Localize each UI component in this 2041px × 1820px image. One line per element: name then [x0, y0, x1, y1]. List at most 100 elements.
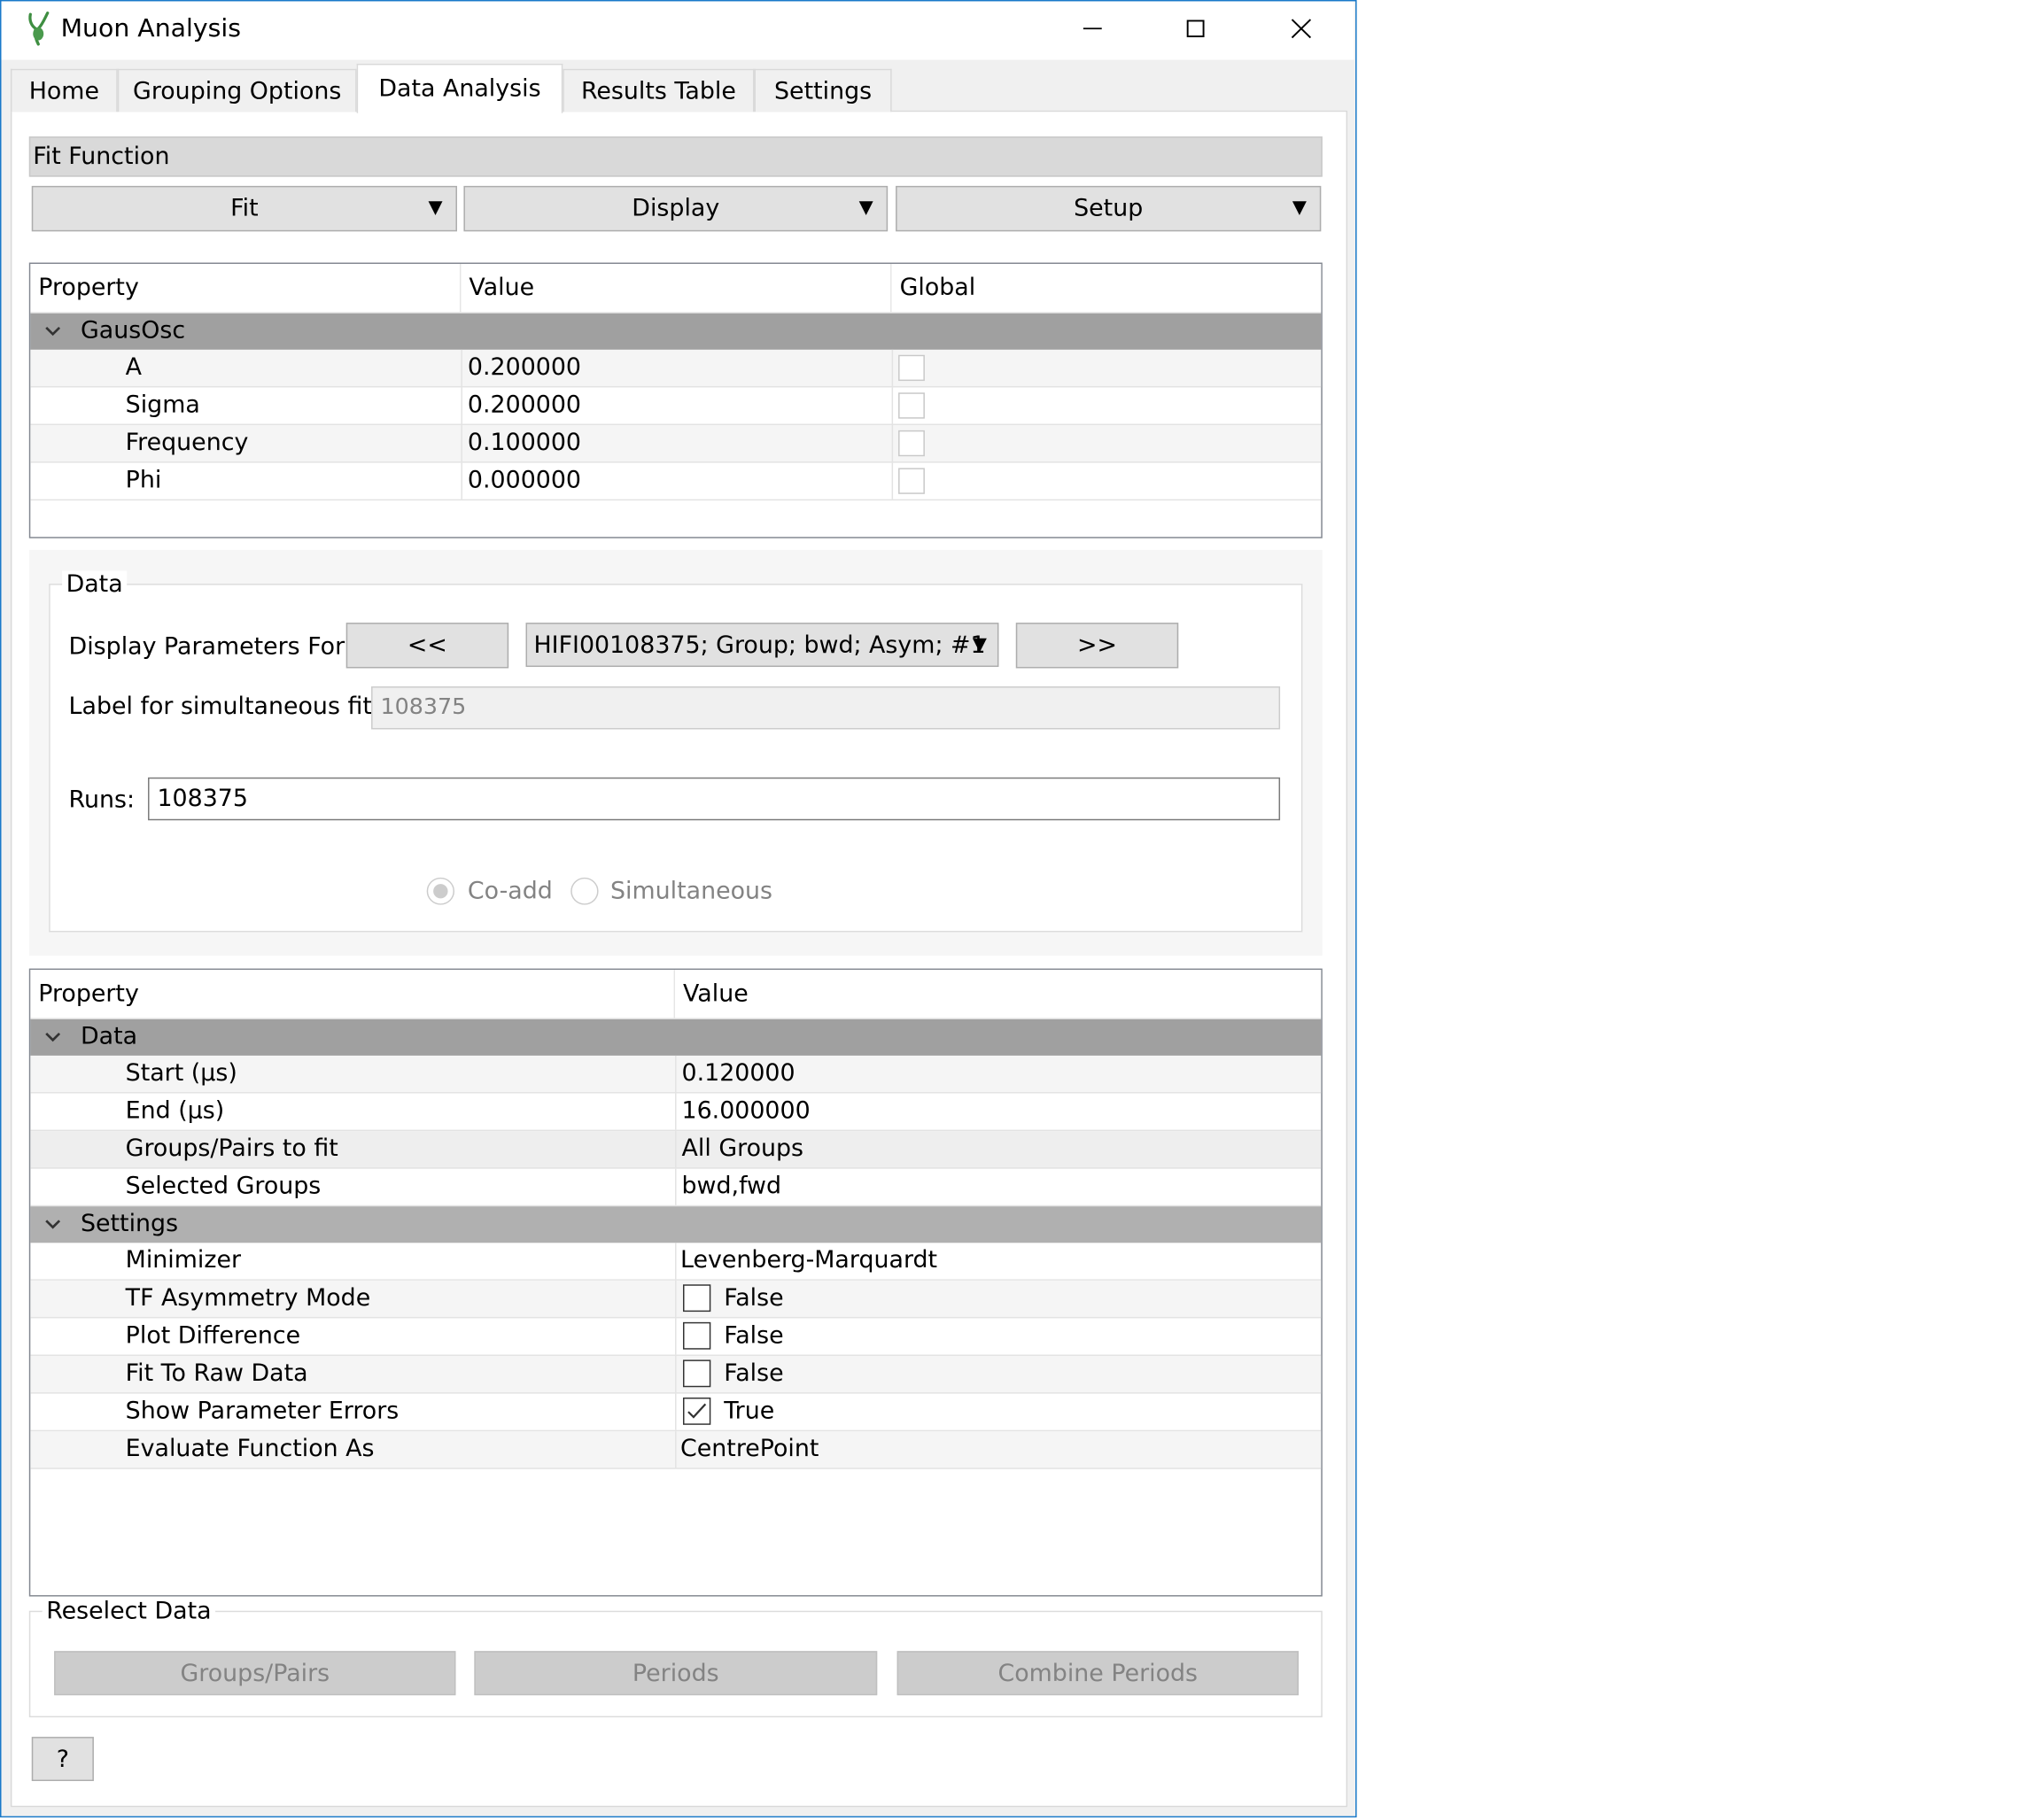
- column-divider: [461, 462, 462, 500]
- show-errors-checkbox[interactable]: [683, 1397, 711, 1425]
- fit-menu-button[interactable]: Fit ▼: [31, 185, 457, 232]
- group-row-settings[interactable]: Settings: [30, 1206, 1322, 1243]
- reselect-data-title: Reselect Data: [42, 1598, 216, 1627]
- next-dataset-button[interactable]: >>: [1015, 623, 1179, 669]
- option-value: True: [724, 1397, 775, 1425]
- dataset-select-value: HIFI00108375; Group; bwd; Asym; #1: [533, 631, 986, 660]
- checkmark-icon: [687, 1403, 707, 1419]
- runs-input[interactable]: 108375: [148, 777, 1281, 821]
- dropdown-arrow-icon: ▼: [428, 197, 443, 219]
- option-row-groups-pairs[interactable]: Groups/Pairs to fit All Groups: [30, 1131, 1322, 1169]
- setup-menu-label: Setup: [1074, 195, 1144, 223]
- option-value[interactable]: All Groups: [682, 1131, 804, 1167]
- minimize-button[interactable]: [1041, 0, 1144, 58]
- runs-label: Runs:: [68, 786, 136, 814]
- periods-button[interactable]: Periods: [474, 1651, 878, 1696]
- mantid-app-icon: [24, 11, 53, 47]
- header-property[interactable]: Property: [30, 970, 676, 1018]
- column-divider: [675, 1431, 677, 1468]
- plot-difference-checkbox[interactable]: [683, 1321, 711, 1350]
- maximize-button[interactable]: [1144, 0, 1246, 58]
- minimize-icon: [1083, 27, 1102, 30]
- global-checkbox[interactable]: [898, 468, 925, 494]
- fit-function-header: Fit Function: [28, 136, 1323, 177]
- simultaneous-radio[interactable]: [570, 877, 599, 905]
- group-label: Data: [80, 1023, 138, 1051]
- param-name: A: [125, 353, 143, 382]
- setup-menu-button[interactable]: Setup ▼: [896, 185, 1322, 232]
- option-value[interactable]: CentrePoint: [680, 1431, 819, 1468]
- maximize-icon: [1186, 19, 1205, 38]
- column-divider: [891, 349, 894, 386]
- groups-pairs-button[interactable]: Groups/Pairs: [54, 1651, 456, 1696]
- fit-raw-data-checkbox[interactable]: [683, 1359, 711, 1388]
- option-row-fit-raw-data[interactable]: Fit To Raw Data False: [30, 1356, 1322, 1394]
- option-row-minimizer[interactable]: Minimizer Levenberg-Marquardt: [30, 1243, 1322, 1281]
- data-groupbox-title: Data: [62, 570, 128, 600]
- column-divider: [461, 349, 462, 386]
- column-divider: [891, 462, 894, 500]
- group-row-data[interactable]: Data: [30, 1018, 1322, 1056]
- param-row-phi[interactable]: Phi 0.000000: [30, 462, 1322, 501]
- global-checkbox[interactable]: [898, 392, 925, 419]
- dropdown-arrow-icon: ▼: [972, 634, 988, 655]
- dropdown-arrow-icon: ▼: [1292, 197, 1307, 219]
- simultaneous-label-field[interactable]: 108375: [371, 686, 1281, 730]
- tab-data-analysis[interactable]: Data Analysis: [356, 63, 563, 113]
- tab-grouping-options[interactable]: Grouping Options: [117, 68, 357, 112]
- column-divider: [675, 1093, 677, 1130]
- fit-options-tree[interactable]: Property Value Data Start (µs) 0.120000 …: [28, 968, 1323, 1597]
- previous-dataset-button[interactable]: <<: [345, 623, 509, 669]
- header-value[interactable]: Value: [675, 970, 1322, 1018]
- param-value[interactable]: 0.000000: [468, 463, 581, 500]
- function-parameter-tree[interactable]: Property Value Global GausOsc A 0.200000…: [28, 262, 1323, 538]
- option-value[interactable]: Levenberg-Marquardt: [680, 1243, 937, 1279]
- tf-asymmetry-checkbox[interactable]: [683, 1284, 711, 1313]
- param-value[interactable]: 0.200000: [468, 387, 581, 423]
- option-row-tf-asymmetry[interactable]: TF Asymmetry Mode False: [30, 1280, 1322, 1319]
- option-name: Plot Difference: [125, 1321, 301, 1350]
- header-property[interactable]: Property: [30, 263, 462, 313]
- option-name: Minimizer: [125, 1246, 242, 1274]
- option-value[interactable]: 16.000000: [682, 1094, 811, 1130]
- option-value[interactable]: 0.120000: [682, 1056, 795, 1092]
- column-divider: [675, 1280, 677, 1317]
- column-divider: [461, 387, 462, 424]
- column-divider: [891, 387, 894, 424]
- column-divider: [675, 1168, 677, 1205]
- param-row-sigma[interactable]: Sigma 0.200000: [30, 387, 1322, 426]
- coadd-radio[interactable]: [426, 877, 455, 905]
- option-name: Evaluate Function As: [125, 1435, 375, 1463]
- param-row-a[interactable]: A 0.200000: [30, 349, 1322, 388]
- header-value[interactable]: Value: [461, 263, 892, 313]
- param-value[interactable]: 0.100000: [468, 425, 581, 461]
- display-menu-button[interactable]: Display ▼: [463, 185, 889, 232]
- param-row-frequency[interactable]: Frequency 0.100000: [30, 425, 1322, 463]
- option-row-plot-difference[interactable]: Plot Difference False: [30, 1318, 1322, 1357]
- help-button[interactable]: ?: [31, 1737, 94, 1782]
- header-global[interactable]: Global: [891, 263, 1322, 313]
- option-row-selected-groups[interactable]: Selected Groups bwd,fwd: [30, 1168, 1322, 1207]
- option-name: Show Parameter Errors: [125, 1397, 400, 1425]
- column-divider: [675, 1356, 677, 1393]
- option-row-start[interactable]: Start (µs) 0.120000: [30, 1055, 1322, 1094]
- close-button[interactable]: [1250, 0, 1353, 58]
- global-checkbox[interactable]: [898, 354, 925, 382]
- dataset-select[interactable]: HIFI00108375; Group; bwd; Asym; #1 ▼: [525, 623, 999, 668]
- window-title: Muon Analysis: [60, 14, 242, 43]
- tab-settings[interactable]: Settings: [754, 68, 892, 112]
- coadd-radio-label: Co-add: [467, 877, 553, 905]
- tab-home[interactable]: Home: [10, 68, 118, 112]
- global-checkbox[interactable]: [898, 430, 925, 457]
- param-value[interactable]: 0.200000: [468, 350, 581, 386]
- tab-results-table[interactable]: Results Table: [563, 68, 755, 112]
- option-row-end[interactable]: End (µs) 16.000000: [30, 1093, 1322, 1132]
- option-row-show-errors[interactable]: Show Parameter Errors True: [30, 1393, 1322, 1432]
- column-divider: [675, 1393, 677, 1430]
- option-row-evaluate-as[interactable]: Evaluate Function As CentrePoint: [30, 1431, 1322, 1469]
- group-row-gausosc[interactable]: GausOsc: [30, 313, 1322, 350]
- column-divider: [675, 1055, 677, 1093]
- option-value[interactable]: bwd,fwd: [682, 1169, 782, 1205]
- combine-periods-button[interactable]: Combine Periods: [896, 1651, 1299, 1696]
- simultaneous-radio-label: Simultaneous: [609, 877, 773, 905]
